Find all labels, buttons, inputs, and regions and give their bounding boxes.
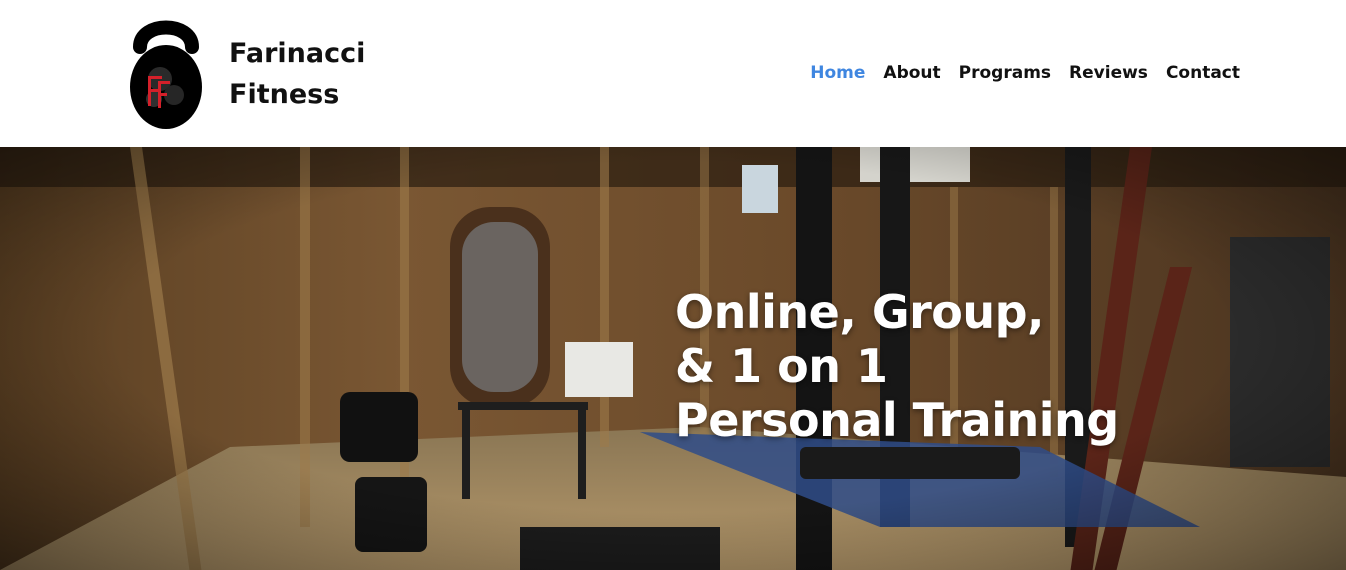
hero-line-1: Online, Group,	[675, 285, 1045, 339]
hero-line-2: & 1 on 1	[675, 339, 888, 393]
nav-home[interactable]: Home	[810, 60, 865, 86]
hero-headline: Online, Group, & 1 on 1 Personal Trainin…	[675, 285, 1119, 447]
brand-line-2: Fitness	[229, 79, 340, 110]
kettlebell-logo-icon[interactable]	[126, 19, 206, 129]
brand-line-1: Farinacci	[229, 38, 366, 69]
brand-name[interactable]: Farinacci Fitness	[229, 33, 365, 115]
nav-contact[interactable]: Contact	[1166, 60, 1240, 86]
home-gym-photo	[0, 147, 1346, 570]
nav-about[interactable]: About	[883, 60, 940, 86]
hero-banner: Online, Group, & 1 on 1 Personal Trainin…	[0, 147, 1346, 570]
site-header: Farinacci Fitness Home About Programs Re…	[0, 0, 1346, 147]
hero-line-3: Personal Training	[675, 393, 1119, 447]
nav-reviews[interactable]: Reviews	[1069, 60, 1148, 86]
main-nav: Home About Programs Reviews Contact	[810, 60, 1240, 86]
nav-programs[interactable]: Programs	[959, 60, 1051, 86]
